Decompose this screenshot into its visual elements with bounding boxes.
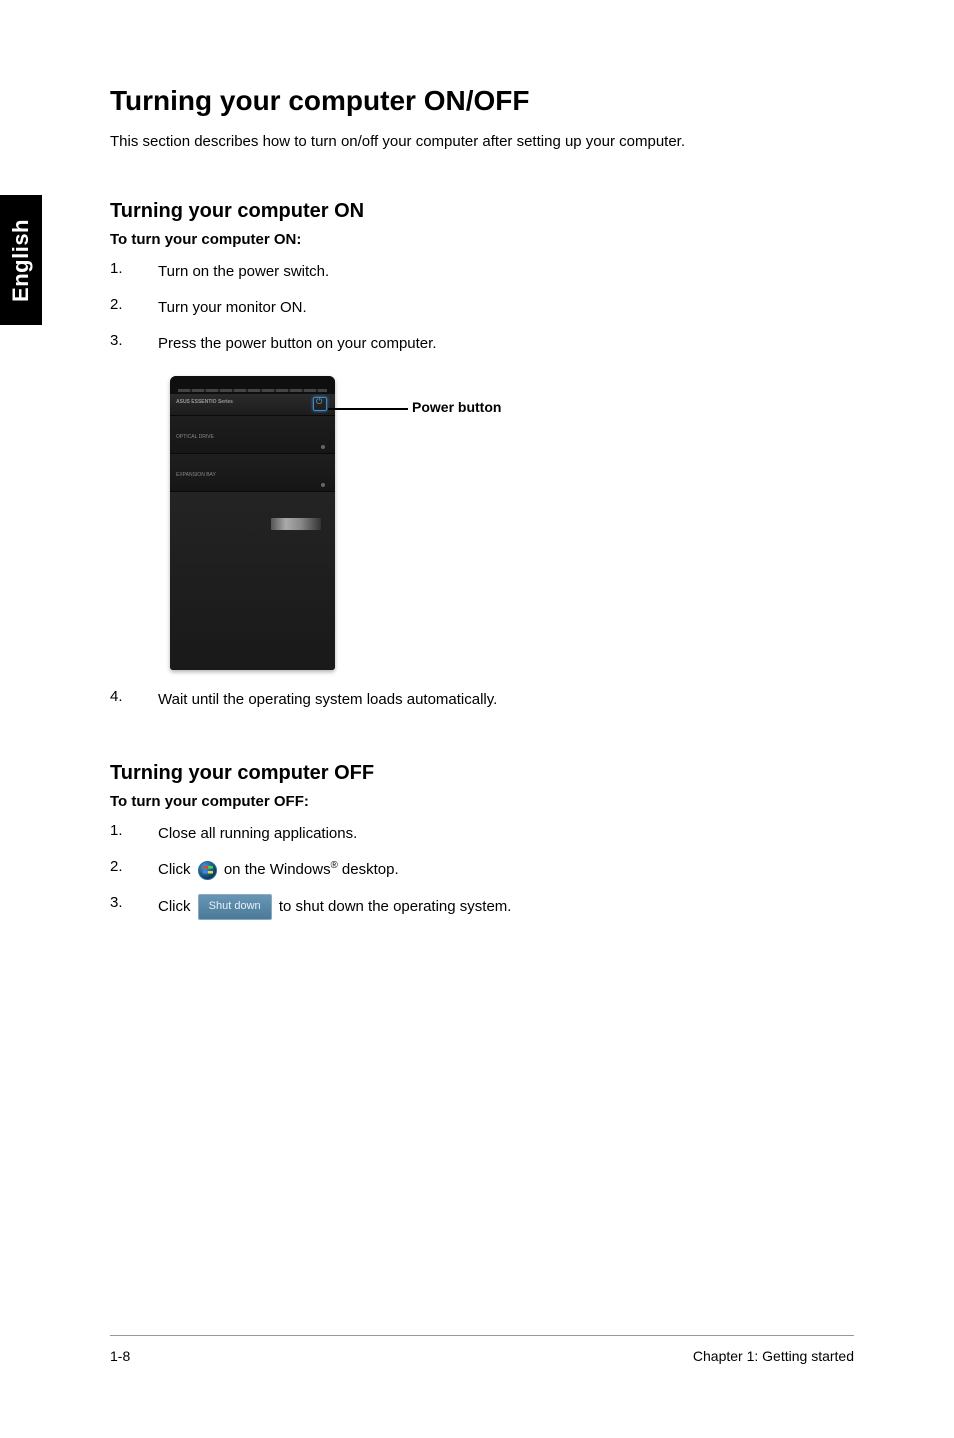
- step-number: 1.: [110, 260, 158, 284]
- step-text: Close all running applications.: [158, 822, 854, 846]
- drive-label: EXPANSION BAY: [176, 472, 216, 478]
- step-text-part: to shut down the operating system.: [279, 898, 512, 915]
- registered-symbol: ®: [331, 860, 338, 871]
- optical-drive: OPTICAL DRIVE: [170, 416, 335, 454]
- step-text: Turn on the power switch.: [158, 260, 854, 284]
- shutdown-button-icon: Shut down: [198, 894, 272, 920]
- off-steps-list: 1. Close all running applications. 2. Cl…: [110, 822, 854, 920]
- footer-divider: [110, 1335, 854, 1336]
- page-content: Turning your computer ON/OFF This sectio…: [0, 0, 954, 920]
- off-step-1: 1. Close all running applications.: [110, 822, 854, 846]
- on-step-2: 2. Turn your monitor ON.: [110, 296, 854, 320]
- step-text-part: Click: [158, 861, 191, 878]
- callout-line: [328, 408, 408, 410]
- off-step-3: 3. Click Shut down to shut down the oper…: [110, 894, 854, 920]
- drive-label: OPTICAL DRIVE: [176, 434, 214, 440]
- on-steps-list: 1. Turn on the power switch. 2. Turn you…: [110, 260, 854, 356]
- computer-diagram: ASUS ESSENTIO Series OPTICAL DRIVE EXPAN…: [170, 376, 854, 670]
- on-step-4: 4. Wait until the operating system loads…: [110, 688, 854, 712]
- page-number: 1-8: [110, 1348, 130, 1364]
- step-number: 2.: [110, 858, 158, 882]
- step-number: 3.: [110, 332, 158, 356]
- page-footer: 1-8 Chapter 1: Getting started: [110, 1348, 854, 1364]
- brand-text: ASUS ESSENTIO Series: [176, 399, 233, 405]
- page-title: Turning your computer ON/OFF: [110, 85, 854, 117]
- step-number: 2.: [110, 296, 158, 320]
- drive-button-icon: [321, 483, 325, 487]
- brand-bar: ASUS ESSENTIO Series: [170, 394, 335, 416]
- step-text: Press the power button on your computer.: [158, 332, 854, 356]
- section-on-sub: To turn your computer ON:: [110, 231, 854, 248]
- tower-lower: [170, 504, 335, 670]
- windows-start-icon: [198, 861, 217, 880]
- step-text: Click on the Windows® desktop.: [158, 858, 854, 882]
- step-text: Turn your monitor ON.: [158, 296, 854, 320]
- step-text-part: Click: [158, 898, 195, 915]
- power-button-label: Power button: [412, 399, 501, 415]
- off-step-2: 2. Click on the Windows® desktop.: [110, 858, 854, 882]
- step-text: Wait until the operating system loads au…: [158, 688, 854, 712]
- step-text: Click Shut down to shut down the operati…: [158, 894, 854, 920]
- step-number: 1.: [110, 822, 158, 846]
- tower-wrapper: ASUS ESSENTIO Series OPTICAL DRIVE EXPAN…: [170, 376, 335, 670]
- section-on-heading: Turning your computer ON: [110, 200, 854, 223]
- step-text-part: desktop.: [338, 861, 399, 878]
- on-steps-list-cont: 4. Wait until the operating system loads…: [110, 688, 854, 712]
- step-number: 3.: [110, 894, 158, 920]
- tower-top: [170, 376, 335, 394]
- on-step-1: 1. Turn on the power switch.: [110, 260, 854, 284]
- on-step-3: 3. Press the power button on your comput…: [110, 332, 854, 356]
- section-off-heading: Turning your computer OFF: [110, 762, 854, 785]
- drive-button-icon: [321, 445, 325, 449]
- section-off-sub: To turn your computer OFF:: [110, 793, 854, 810]
- step-number: 4.: [110, 688, 158, 712]
- power-button-icon: [313, 397, 327, 411]
- desktop-tower-icon: ASUS ESSENTIO Series OPTICAL DRIVE EXPAN…: [170, 376, 335, 670]
- step-text-part: on the Windows: [224, 861, 331, 878]
- chapter-title: Chapter 1: Getting started: [693, 1348, 854, 1364]
- front-ports-icon: [271, 518, 321, 530]
- intro-text: This section describes how to turn on/of…: [110, 133, 854, 150]
- expansion-bay: EXPANSION BAY: [170, 454, 335, 492]
